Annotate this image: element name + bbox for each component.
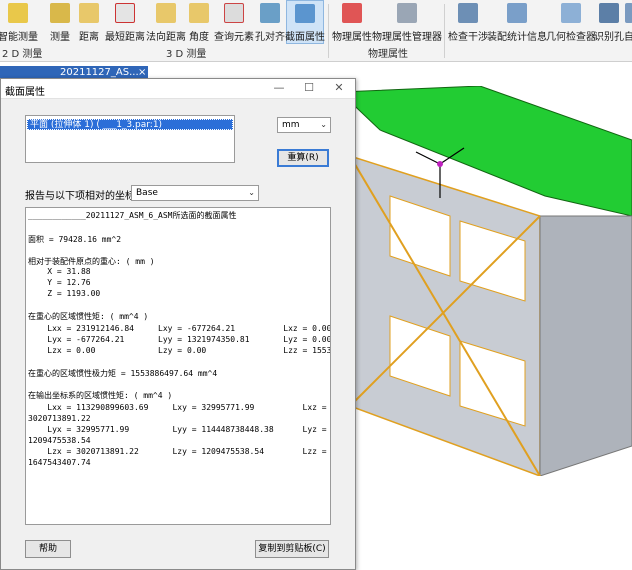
smart-measure-icon [8, 3, 28, 23]
maximize-icon[interactable]: ☐ [299, 81, 319, 94]
report-line: ____________20211127_ASM_6_ASM所选面的截面属性 [28, 211, 237, 220]
face-list-item[interactable]: 平面 (拉伸体 1) ( ___1_3.par:1) [27, 119, 233, 130]
angle-icon [189, 3, 209, 23]
unit-select-value: mm [282, 120, 300, 130]
ribbon-separator [444, 4, 445, 58]
face-list[interactable]: 平面 (拉伸体 1) ( ___1_3.par:1) [25, 115, 235, 163]
report-line: Z = 1193.00 [28, 289, 101, 298]
report-line: Lxx = 231912146.84 Lxy = -677264.21 Lxz … [28, 324, 331, 333]
smart-measure-button[interactable]: 智能测量 [0, 0, 38, 44]
recognize-holes-button[interactable]: 识别孔 [594, 0, 624, 44]
query-element-icon [224, 3, 244, 23]
section-properties-button[interactable]: 截面属性 [285, 0, 325, 44]
axis-x [415, 151, 441, 165]
copy-to-clipboard-button[interactable]: 复制到剪贴板(C) [255, 540, 329, 558]
more-button[interactable]: 自 [624, 0, 632, 44]
report-line: Lyx = -677264.21 Lyy = 1321974350.81 Lyz… [28, 335, 331, 344]
report-line: 在重心的区域惯性极力矩 = 1553886497.64 mm^4 [28, 369, 218, 378]
recognize-holes-icon [599, 3, 619, 23]
report-line: Lzx = 3020713891.22 Lzy = 1209475538.54 … [28, 447, 327, 456]
normal-distance-button[interactable]: 法向距离 [146, 0, 186, 44]
coordinate-select[interactable]: Base ⌄ [131, 185, 259, 201]
physical-properties-button[interactable]: 物理属性 [332, 0, 372, 44]
dialog-title: 截面属性 [5, 87, 45, 98]
assembly-3d-model[interactable] [340, 86, 632, 476]
report-line: 在输出坐标系的区域惯性矩: ( mm^4 ) [28, 391, 173, 400]
report-line: Lzx = 0.00 Lzy = 0.00 Lzz = 1553886497.6… [47, 346, 331, 355]
physical-properties-icon [342, 3, 362, 23]
report-textarea[interactable]: ____________20211127_ASM_6_ASM所选面的截面属性 面… [25, 207, 331, 525]
check-interference-icon [458, 3, 478, 23]
close-icon[interactable]: ✕ [329, 81, 349, 94]
unit-select[interactable]: mm ⌄ [277, 117, 331, 133]
query-element-button[interactable]: 查询元素 [214, 0, 254, 44]
geometry-inspector-button[interactable]: 几何检查器 [546, 0, 596, 44]
coordinate-label: 报告与以下项相对的坐标值: [25, 191, 149, 202]
report-line: Lxx = 113290899603.69 Lxy = 32995771.99 … [28, 403, 327, 412]
shortest-distance-button[interactable]: 最短距离 [105, 0, 145, 44]
report-line: 面积 = 79428.16 mm^2 [28, 235, 122, 244]
ribbon-toolbar: 智能测量 测量 距离 最短距离 法向距离 角度 查询元素 孔对齐 截面属性 物理… [0, 0, 632, 62]
report-line: 在重心的区域惯性矩: ( mm^4 ) [28, 312, 149, 321]
assembly-statistics-button[interactable]: 装配统计信息 [487, 0, 547, 44]
normal-distance-icon [156, 3, 176, 23]
angle-button[interactable]: 角度 [187, 0, 211, 44]
recalc-button[interactable]: 重算(R) [277, 149, 329, 167]
group-label-3d-measure: 3 D 测量 [166, 49, 207, 60]
report-line: 1647543407.74 [28, 458, 91, 467]
report-line: 3020713891.22 [28, 414, 91, 423]
geometry-inspector-icon [561, 3, 581, 23]
document-tab-title: 20211127_AS... [60, 67, 139, 78]
group-label-physical-properties: 物理属性 [368, 49, 408, 60]
distance-icon [79, 3, 99, 23]
physical-properties-manager-icon [397, 3, 417, 23]
model-side-face [539, 215, 632, 476]
dialog-titlebar[interactable]: 截面属性 — ☐ ✕ [1, 79, 355, 99]
ribbon-separator [328, 4, 329, 58]
report-line: Lyx = 32995771.99 Lyy = 114448738448.38 … [28, 425, 327, 434]
report-line: 1209475538.54 [28, 436, 91, 445]
section-properties-dialog: 截面属性 — ☐ ✕ 平面 (拉伸体 1) ( ___1_3.par:1) mm… [0, 78, 356, 570]
report-line: 相对于装配件原点的重心: ( mm ) [28, 257, 155, 266]
coordinate-select-value: Base [136, 188, 158, 198]
hole-align-button[interactable]: 孔对齐 [255, 0, 285, 44]
report-line: X = 31.88 [28, 267, 91, 276]
more-icon [625, 3, 632, 23]
minimize-icon[interactable]: — [269, 81, 289, 94]
measure-button[interactable]: 测量 [48, 0, 72, 44]
report-line: Y = 12.76 [28, 278, 91, 287]
shortest-distance-icon [115, 3, 135, 23]
measure-icon [50, 3, 70, 23]
physical-properties-manager-button[interactable]: 物理属性管理器 [372, 0, 442, 44]
section-properties-icon [295, 4, 315, 23]
check-interference-button[interactable]: 检查干涉 [448, 0, 488, 44]
origin-marker [437, 161, 443, 167]
chevron-down-icon: ⌄ [320, 120, 327, 129]
distance-button[interactable]: 距离 [76, 0, 102, 44]
hole-align-icon [260, 3, 280, 23]
assembly-statistics-icon [507, 3, 527, 23]
help-button[interactable]: 帮助 [25, 540, 71, 558]
group-label-2d-measure: 2 D 测量 [2, 49, 43, 60]
chevron-down-icon: ⌄ [248, 188, 255, 197]
